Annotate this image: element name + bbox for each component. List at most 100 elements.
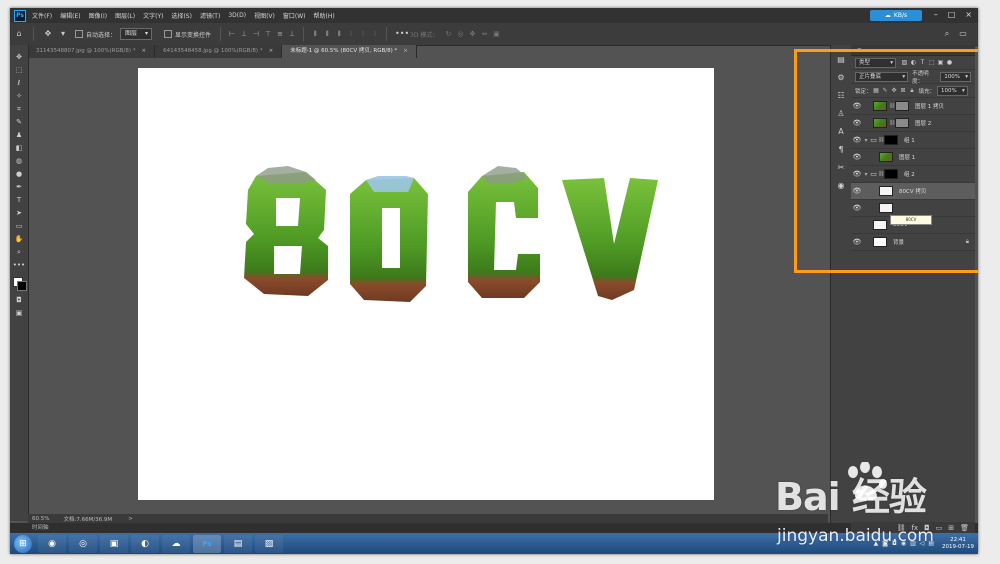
path-select-tool-icon[interactable]: ➤ [10, 207, 28, 220]
close-icon[interactable]: × [269, 45, 274, 58]
workspace-icon[interactable]: ▭ [957, 28, 969, 40]
align-bottom-icon[interactable]: ⊥ [287, 29, 297, 39]
divider [33, 27, 34, 41]
rectangle-tool-icon[interactable]: ▭ [10, 220, 28, 233]
start-button[interactable]: ⊞ [14, 534, 32, 553]
menu-window[interactable]: 窗口(W) [283, 11, 306, 20]
taskbar-app-360[interactable]: ◉ [38, 534, 66, 553]
3d-scale-icon[interactable]: ▣ [491, 29, 501, 39]
taskbar-app-minecraft[interactable]: ▣ [100, 534, 128, 553]
auto-select-dropdown[interactable]: 图层 [120, 28, 153, 40]
background-color-swatch[interactable] [17, 281, 27, 291]
distribute-icon[interactable]: ⫴ [322, 29, 332, 39]
more-options-icon[interactable]: ••• [395, 28, 409, 40]
zoom-level[interactable]: 60.5% [32, 516, 49, 522]
highlight-box [794, 49, 978, 273]
tab-document-2[interactable]: 64143548458.jpg @ 100%(RGB/8) * × [155, 45, 283, 58]
menu-select[interactable]: 选择(S) [171, 11, 192, 20]
align-middle-icon[interactable]: ≡ [275, 29, 285, 39]
home-icon[interactable]: ⌂ [13, 28, 25, 40]
more-tools-icon[interactable]: ••• [10, 259, 28, 272]
tools-panel: ✥ ⬚ ℓ ✧ ⌗ ✎ ♟ ◧ ◍ ● ✒ T ➤ ▭ ✋ ⌕ ••• ◘ ▣ [10, 45, 29, 521]
menu-filter[interactable]: 滤镜(T) [200, 11, 220, 20]
type-tool-icon[interactable]: T [10, 194, 28, 207]
close-icon[interactable]: × [141, 45, 146, 58]
auto-select-checkbox[interactable] [75, 30, 83, 38]
close-icon[interactable]: × [403, 45, 408, 58]
color-swatches[interactable] [10, 272, 28, 294]
chevron-down-icon[interactable]: ▾ [60, 28, 66, 40]
align-left-icon[interactable]: ⊢ [227, 29, 237, 39]
menu-layer[interactable]: 图层(L) [115, 11, 135, 20]
letter-0-shape [350, 178, 428, 302]
distribute-icon[interactable]: ⫶ [346, 29, 356, 39]
taskbar-app-photoshop[interactable]: Ps [193, 534, 221, 553]
document-canvas[interactable] [138, 68, 714, 500]
taskbar-app-chrome[interactable]: ◎ [69, 534, 97, 553]
divider [386, 27, 388, 41]
divider [303, 27, 305, 41]
taskbar-app-photos[interactable]: ▨ [255, 534, 283, 553]
tab-label: 未标题-1 @ 60.5% (80CV 拷贝, RGB/8) * [290, 48, 398, 54]
menu-type[interactable]: 文字(Y) [143, 11, 163, 20]
align-center-icon[interactable]: ⊥ [239, 29, 249, 39]
screen-mode-icon[interactable]: ▣ [10, 307, 28, 320]
taskbar-app-firefox[interactable]: ◐ [131, 534, 159, 553]
magic-wand-tool-icon[interactable]: ✧ [10, 90, 28, 103]
close-icon[interactable]: × [965, 10, 972, 19]
tab-document-active[interactable]: 未标题-1 @ 60.5% (80CV 拷贝, RGB/8) * × [282, 45, 417, 58]
quick-mask-icon[interactable]: ◘ [10, 294, 28, 307]
network-speed-badge[interactable]: ☁ KB/s [870, 10, 922, 21]
hand-tool-icon[interactable]: ✋ [10, 233, 28, 246]
network-speed-text: KB/s [893, 12, 908, 19]
menu-image[interactable]: 图像(I) [89, 11, 107, 20]
window-controls: – □ × [934, 10, 972, 19]
canvas-artwork [244, 166, 658, 302]
tab-document-1[interactable]: 31143548807.jpg @ 100%(RGB/8) * × [28, 45, 156, 58]
move-tool-icon[interactable]: ✥ [42, 28, 54, 40]
auto-select-label: 自动选择： [86, 31, 117, 39]
pen-tool-icon[interactable]: ✒ [10, 181, 28, 194]
3d-slide-icon[interactable]: ⇔ [479, 29, 489, 39]
status-menu-arrow[interactable]: > [128, 516, 133, 522]
3d-rotate-icon[interactable]: ↻ [443, 29, 453, 39]
letters-80cv [244, 166, 658, 302]
menu-view[interactable]: 视图(V) [254, 11, 275, 20]
baidu-paw-icon [848, 462, 887, 501]
crop-tool-icon[interactable]: ⌗ [10, 103, 28, 116]
distribute-icon[interactable]: ⫴ [334, 29, 344, 39]
distribute-icon[interactable]: ⫴ [310, 29, 320, 39]
distribute-icon[interactable]: ⫶ [370, 29, 380, 39]
letter-v-shape [562, 178, 658, 300]
menu-3d[interactable]: 3D(D) [228, 12, 246, 19]
maximize-icon[interactable]: □ [948, 10, 956, 19]
paint-bucket-tool-icon[interactable]: ◍ [10, 155, 28, 168]
align-top-icon[interactable]: ⊤ [263, 29, 273, 39]
search-icon[interactable]: ⌕ [941, 28, 953, 40]
baidu-jingyan-watermark: Bai 经验 jingyan.baidu.com [775, 462, 975, 552]
3d-pan-icon[interactable]: ✥ [467, 29, 477, 39]
divider [220, 27, 222, 41]
menu-edit[interactable]: 编辑(E) [60, 11, 80, 20]
brush-tool-icon[interactable]: ✎ [10, 116, 28, 129]
marquee-tool-icon[interactable]: ⬚ [10, 64, 28, 77]
letter-c-shape [468, 172, 540, 298]
align-right-icon[interactable]: ⊣ [251, 29, 261, 39]
zoom-tool-icon[interactable]: ⌕ [10, 246, 28, 259]
sky-top-decoration [366, 176, 414, 192]
lasso-tool-icon[interactable]: ℓ [10, 77, 28, 90]
eraser-tool-icon[interactable]: ◧ [10, 142, 28, 155]
3d-roll-icon[interactable]: ◎ [455, 29, 465, 39]
document-tabs: 31143548807.jpg @ 100%(RGB/8) * × 641435… [28, 45, 828, 58]
dodge-tool-icon[interactable]: ● [10, 168, 28, 181]
taskbar-app-baidu-netdisk[interactable]: ☁ [162, 534, 190, 553]
taskbar-app-explorer[interactable]: ▤ [224, 534, 252, 553]
distribute-icon[interactable]: ⫶ [358, 29, 368, 39]
photoshop-window: Ps 文件(F) 编辑(E) 图像(I) 图层(L) 文字(Y) 选择(S) 滤… [10, 8, 978, 554]
show-transform-checkbox[interactable] [164, 30, 173, 38]
menu-file[interactable]: 文件(F) [32, 11, 52, 20]
move-tool-icon[interactable]: ✥ [10, 51, 28, 64]
minimize-icon[interactable]: – [934, 10, 938, 19]
menu-help[interactable]: 帮助(H) [314, 11, 335, 20]
stamp-tool-icon[interactable]: ♟ [10, 129, 28, 142]
